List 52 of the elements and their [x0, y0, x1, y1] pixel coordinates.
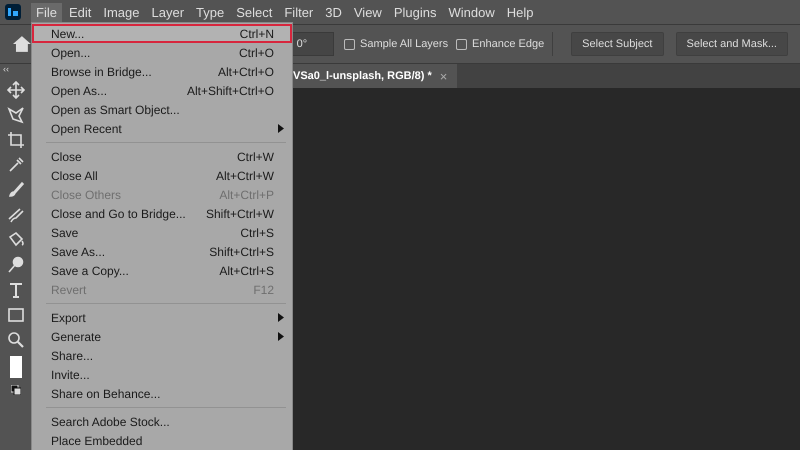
menu-item[interactable]: Type: [191, 2, 230, 22]
menu-entry[interactable]: Export: [32, 308, 292, 327]
menu-entry[interactable]: Share...: [32, 346, 292, 365]
menu-entry[interactable]: Place Embedded: [32, 431, 292, 450]
submenu-arrow-icon: [278, 332, 284, 341]
menu-entry[interactable]: Save a Copy... Alt+Ctrl+S: [32, 261, 292, 280]
home-icon[interactable]: [12, 35, 32, 53]
checkbox[interactable]: [344, 38, 356, 50]
menu-item[interactable]: View: [348, 2, 387, 22]
foreground-color-swatch[interactable]: [10, 356, 22, 378]
menu-item[interactable]: Layer: [146, 2, 190, 22]
menu-entry[interactable]: Browse in Bridge... Alt+Ctrl+O: [32, 62, 292, 81]
menu-item[interactable]: Image: [98, 2, 144, 22]
menu-item[interactable]: 3D: [320, 2, 347, 22]
menu-entry[interactable]: Close All Alt+Ctrl+W: [32, 166, 292, 185]
option-button[interactable]: Select and Mask...: [676, 32, 788, 56]
menu-entry[interactable]: Save As... Shift+Ctrl+S: [32, 242, 292, 261]
checkbox-label: Enhance Edge: [472, 38, 544, 50]
move-icon[interactable]: [6, 81, 24, 99]
menu-item[interactable]: Plugins: [388, 2, 442, 22]
menu-entry[interactable]: Invite...: [32, 365, 292, 384]
collapse-button[interactable]: ‹‹: [3, 64, 9, 74]
menu-entry[interactable]: Close and Go to Bridge... Shift+Ctrl+W: [32, 204, 292, 223]
tab-title: VSa0_l-unsplash, RGB/8) *: [293, 70, 432, 82]
crop-icon[interactable]: [6, 131, 24, 149]
swap-colors-icon[interactable]: [10, 385, 20, 395]
menu-entry[interactable]: Open as Smart Object...: [32, 100, 292, 119]
menu-entry[interactable]: Save Ctrl+S: [32, 223, 292, 242]
menu-item[interactable]: File: [31, 2, 62, 22]
menu-entry[interactable]: New... Ctrl+N: [32, 24, 292, 43]
submenu-arrow-icon: [278, 313, 284, 322]
menu-item[interactable]: Select: [231, 2, 278, 22]
menu-entry[interactable]: Search Adobe Stock...: [32, 412, 292, 431]
menu-item[interactable]: Help: [502, 2, 538, 22]
menu-item[interactable]: Window: [443, 2, 500, 22]
zoom-icon[interactable]: [6, 331, 24, 349]
menu-entry[interactable]: Open As... Alt+Shift+Ctrl+O: [32, 81, 292, 100]
checkbox-label: Sample All Layers: [360, 38, 448, 50]
menu-entry[interactable]: Generate: [32, 327, 292, 346]
menu-entry[interactable]: Share on Behance...: [32, 384, 292, 403]
eyedropper-icon[interactable]: [6, 156, 24, 174]
menu-item[interactable]: Filter: [279, 2, 318, 22]
menu-item[interactable]: Edit: [64, 2, 96, 22]
menu-entry[interactable]: Open Recent: [32, 119, 292, 138]
checkbox[interactable]: [456, 38, 468, 50]
menu-entry[interactable]: Close Ctrl+W: [32, 147, 292, 166]
submenu-arrow-icon: [278, 124, 284, 133]
app-logo-icon[interactable]: [5, 4, 21, 20]
option-button[interactable]: Select Subject: [571, 32, 664, 56]
lasso-icon[interactable]: [6, 106, 24, 124]
rectangle-icon[interactable]: [6, 306, 24, 324]
brush-icon[interactable]: [6, 181, 24, 199]
